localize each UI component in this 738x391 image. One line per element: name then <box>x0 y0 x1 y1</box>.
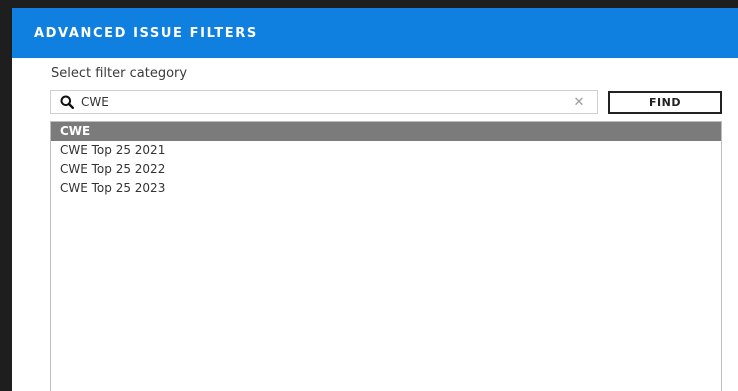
list-item[interactable]: CWE Top 25 2022 <box>51 160 721 179</box>
list-item[interactable]: CWE Top 25 2021 <box>51 141 721 160</box>
dialog-title: ADVANCED ISSUE FILTERS <box>34 25 258 41</box>
search-box: ✕ <box>50 90 598 114</box>
search-input[interactable] <box>81 92 571 112</box>
filter-category-list: CWE CWE Top 25 2021 CWE Top 25 2022 CWE … <box>50 121 722 391</box>
dialog-header: ADVANCED ISSUE FILTERS <box>12 8 738 58</box>
search-icon <box>59 94 75 110</box>
filter-category-label: Select filter category <box>51 66 188 81</box>
list-item[interactable]: CWE Top 25 2023 <box>51 179 721 198</box>
find-button[interactable]: FIND <box>608 91 722 114</box>
list-item[interactable]: CWE <box>51 122 721 141</box>
advanced-issue-filters-dialog: ADVANCED ISSUE FILTERS Select filter cat… <box>12 8 738 391</box>
close-icon[interactable]: ✕ <box>571 94 587 110</box>
